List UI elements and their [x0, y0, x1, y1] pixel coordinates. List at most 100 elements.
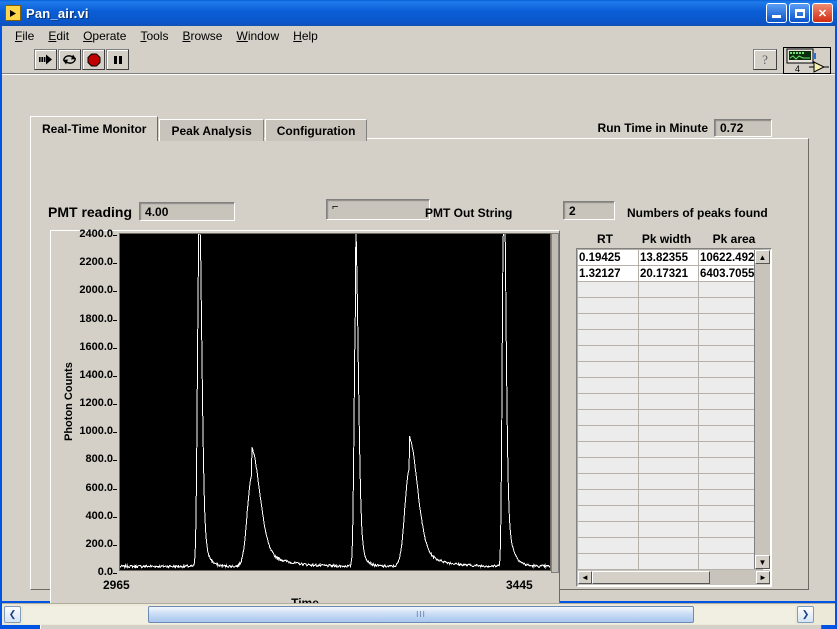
- table-cell[interactable]: [577, 361, 639, 378]
- table-cell[interactable]: [638, 329, 699, 346]
- table-cell[interactable]: [698, 553, 763, 570]
- table-cell[interactable]: [577, 409, 639, 426]
- table-cell[interactable]: [698, 361, 763, 378]
- table-cell[interactable]: 0.19425: [577, 249, 639, 266]
- table-cell[interactable]: [698, 537, 763, 554]
- table-cell[interactable]: [698, 297, 763, 314]
- table-cell[interactable]: [577, 377, 639, 394]
- table-cell[interactable]: [577, 521, 639, 538]
- tab-peak-analysis[interactable]: Peak Analysis: [159, 119, 264, 141]
- window-scroll-thumb[interactable]: III: [148, 605, 694, 623]
- window-scroll-track[interactable]: III: [23, 605, 795, 624]
- table-cell[interactable]: [577, 505, 639, 522]
- table-row[interactable]: [577, 409, 763, 426]
- table-row[interactable]: [577, 329, 763, 346]
- menu-item-window[interactable]: Window: [229, 27, 286, 45]
- table-cell[interactable]: [638, 473, 699, 490]
- chromatogram-graph[interactable]: Photon Counts 2400.0 2200.0 2000.0 1800.0 16…: [50, 228, 560, 610]
- table-cell[interactable]: [698, 313, 763, 330]
- table-cell[interactable]: [577, 537, 639, 554]
- table-cell[interactable]: [698, 441, 763, 458]
- table-cell[interactable]: 20.17321: [638, 265, 699, 282]
- table-cell[interactable]: [638, 377, 699, 394]
- table-cell[interactable]: [638, 345, 699, 362]
- table-row[interactable]: [577, 521, 763, 538]
- table-cell[interactable]: [638, 393, 699, 410]
- table-row[interactable]: [577, 537, 763, 554]
- table-cell[interactable]: 10622.492: [698, 249, 763, 266]
- vi-connector-icon[interactable]: 4: [783, 47, 831, 74]
- table-cell[interactable]: [698, 281, 763, 298]
- table-cell[interactable]: [577, 313, 639, 330]
- table-cell[interactable]: [698, 345, 763, 362]
- run-button[interactable]: [34, 49, 57, 70]
- context-help-button[interactable]: ?: [753, 49, 777, 70]
- table-cell[interactable]: [638, 505, 699, 522]
- table-cell[interactable]: [698, 473, 763, 490]
- table-cell[interactable]: 13.82355: [638, 249, 699, 266]
- table-row[interactable]: 0.19425 13.82355 10622.492: [577, 249, 763, 266]
- window-scroll-left-button[interactable]: ❮: [4, 606, 21, 623]
- table-hscroll-thumb[interactable]: [592, 571, 710, 584]
- table-vertical-scrollbar[interactable]: ▲ ▼: [754, 250, 770, 569]
- table-cell[interactable]: [698, 329, 763, 346]
- table-cell[interactable]: [698, 489, 763, 506]
- table-cell[interactable]: [638, 297, 699, 314]
- table-cell[interactable]: [638, 457, 699, 474]
- peak-table-grid[interactable]: 0.19425 13.82355 10622.492 1.32127 20.17321 6…: [577, 249, 763, 570]
- window-resize-grip[interactable]: [816, 606, 833, 623]
- table-horizontal-scrollbar[interactable]: ◄ ►: [578, 570, 770, 585]
- table-cell[interactable]: [698, 521, 763, 538]
- close-button[interactable]: ✕: [812, 3, 833, 23]
- table-row[interactable]: [577, 361, 763, 378]
- table-cell[interactable]: [577, 441, 639, 458]
- table-cell[interactable]: [577, 297, 639, 314]
- table-row[interactable]: [577, 457, 763, 474]
- table-cell[interactable]: [638, 281, 699, 298]
- table-row[interactable]: [577, 441, 763, 458]
- menu-item-tools[interactable]: Tools: [133, 27, 175, 45]
- table-cell[interactable]: [698, 393, 763, 410]
- table-cell[interactable]: [638, 489, 699, 506]
- plot-area[interactable]: [119, 233, 551, 571]
- window-scroll-right-button[interactable]: ❯: [797, 606, 814, 623]
- minimize-button[interactable]: [766, 3, 787, 23]
- table-cell[interactable]: [577, 393, 639, 410]
- tab-real-time-monitor[interactable]: Real-Time Monitor: [30, 116, 159, 141]
- table-row[interactable]: [577, 377, 763, 394]
- menu-item-browse[interactable]: Browse: [175, 27, 229, 45]
- table-cell[interactable]: [577, 553, 639, 570]
- table-cell[interactable]: [577, 329, 639, 346]
- run-continuously-button[interactable]: [58, 49, 81, 70]
- table-cell[interactable]: [577, 425, 639, 442]
- abort-button[interactable]: [82, 49, 105, 70]
- graph-vertical-scrollbar[interactable]: [551, 233, 559, 573]
- tab-configuration[interactable]: Configuration: [264, 119, 368, 141]
- table-cell[interactable]: [638, 361, 699, 378]
- table-cell[interactable]: [577, 345, 639, 362]
- menu-item-operate[interactable]: Operate: [76, 27, 133, 45]
- table-cell[interactable]: [638, 409, 699, 426]
- table-row[interactable]: 1.32127 20.17321 6403.7055: [577, 265, 763, 282]
- table-cell[interactable]: [638, 313, 699, 330]
- table-row[interactable]: [577, 345, 763, 362]
- table-scroll-right-button[interactable]: ►: [756, 571, 770, 584]
- table-cell[interactable]: [698, 457, 763, 474]
- table-cell[interactable]: [577, 489, 639, 506]
- table-row[interactable]: [577, 281, 763, 298]
- menu-item-edit[interactable]: Edit: [41, 27, 76, 45]
- table-scroll-down-button[interactable]: ▼: [755, 555, 770, 569]
- table-cell[interactable]: 1.32127: [577, 265, 639, 282]
- table-scroll-up-button[interactable]: ▲: [755, 250, 770, 264]
- menu-item-file[interactable]: FFileile: [8, 27, 41, 45]
- maximize-button[interactable]: [789, 3, 810, 23]
- pause-button[interactable]: [106, 49, 129, 70]
- menu-item-help[interactable]: Help: [286, 27, 325, 45]
- table-cell[interactable]: [577, 473, 639, 490]
- window-horizontal-scrollbar[interactable]: ❮ III ❯: [2, 603, 835, 625]
- table-row[interactable]: [577, 297, 763, 314]
- table-cell[interactable]: 6403.7055: [698, 265, 763, 282]
- peak-results-table[interactable]: 0.19425 13.82355 10622.492 1.32127 20.17321 6…: [576, 248, 772, 587]
- table-scroll-left-button[interactable]: ◄: [578, 571, 592, 584]
- table-row[interactable]: [577, 425, 763, 442]
